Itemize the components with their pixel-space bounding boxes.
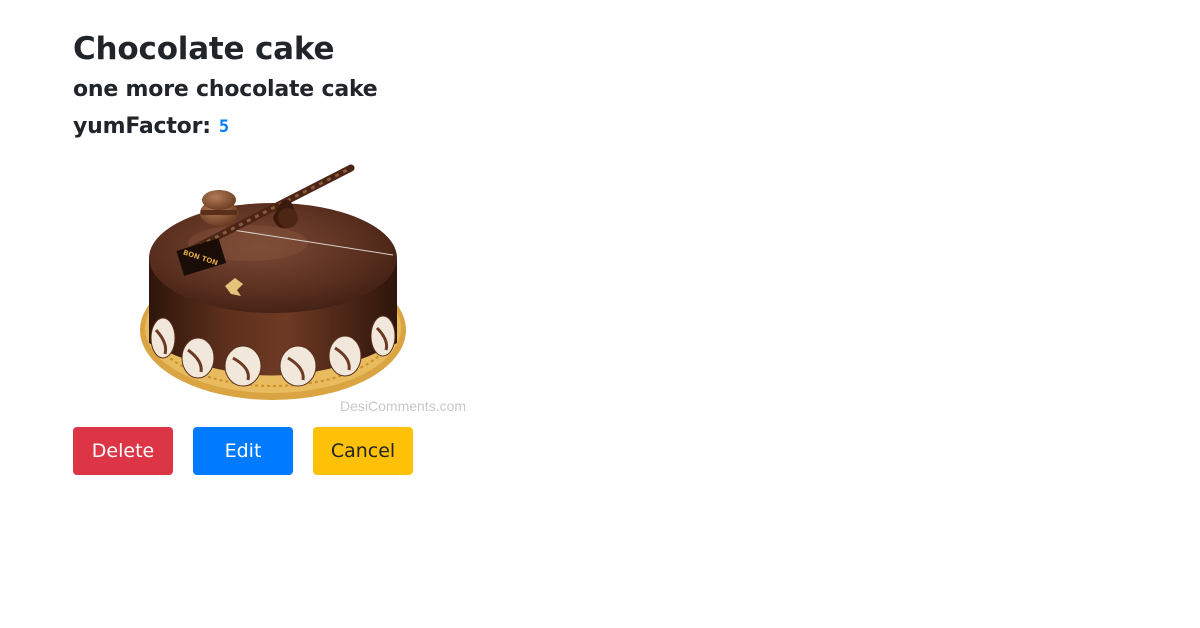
cake-image: BON TON bbox=[140, 164, 406, 400]
delete-button[interactable]: Delete bbox=[73, 427, 173, 475]
recipe-description: one more chocolate cake bbox=[73, 77, 378, 102]
image-watermark: DesiComments.com bbox=[340, 398, 467, 414]
edit-button[interactable]: Edit bbox=[193, 427, 293, 475]
yum-factor-value: 5 bbox=[218, 117, 229, 137]
recipe-title: Chocolate cake bbox=[73, 31, 335, 67]
recipe-image: BON TON DesiComments.com bbox=[73, 158, 473, 418]
yum-factor-row: yumFactor: 5 bbox=[73, 113, 229, 141]
cancel-button[interactable]: Cancel bbox=[313, 427, 413, 475]
yum-factor-label: yumFactor: bbox=[73, 114, 211, 139]
